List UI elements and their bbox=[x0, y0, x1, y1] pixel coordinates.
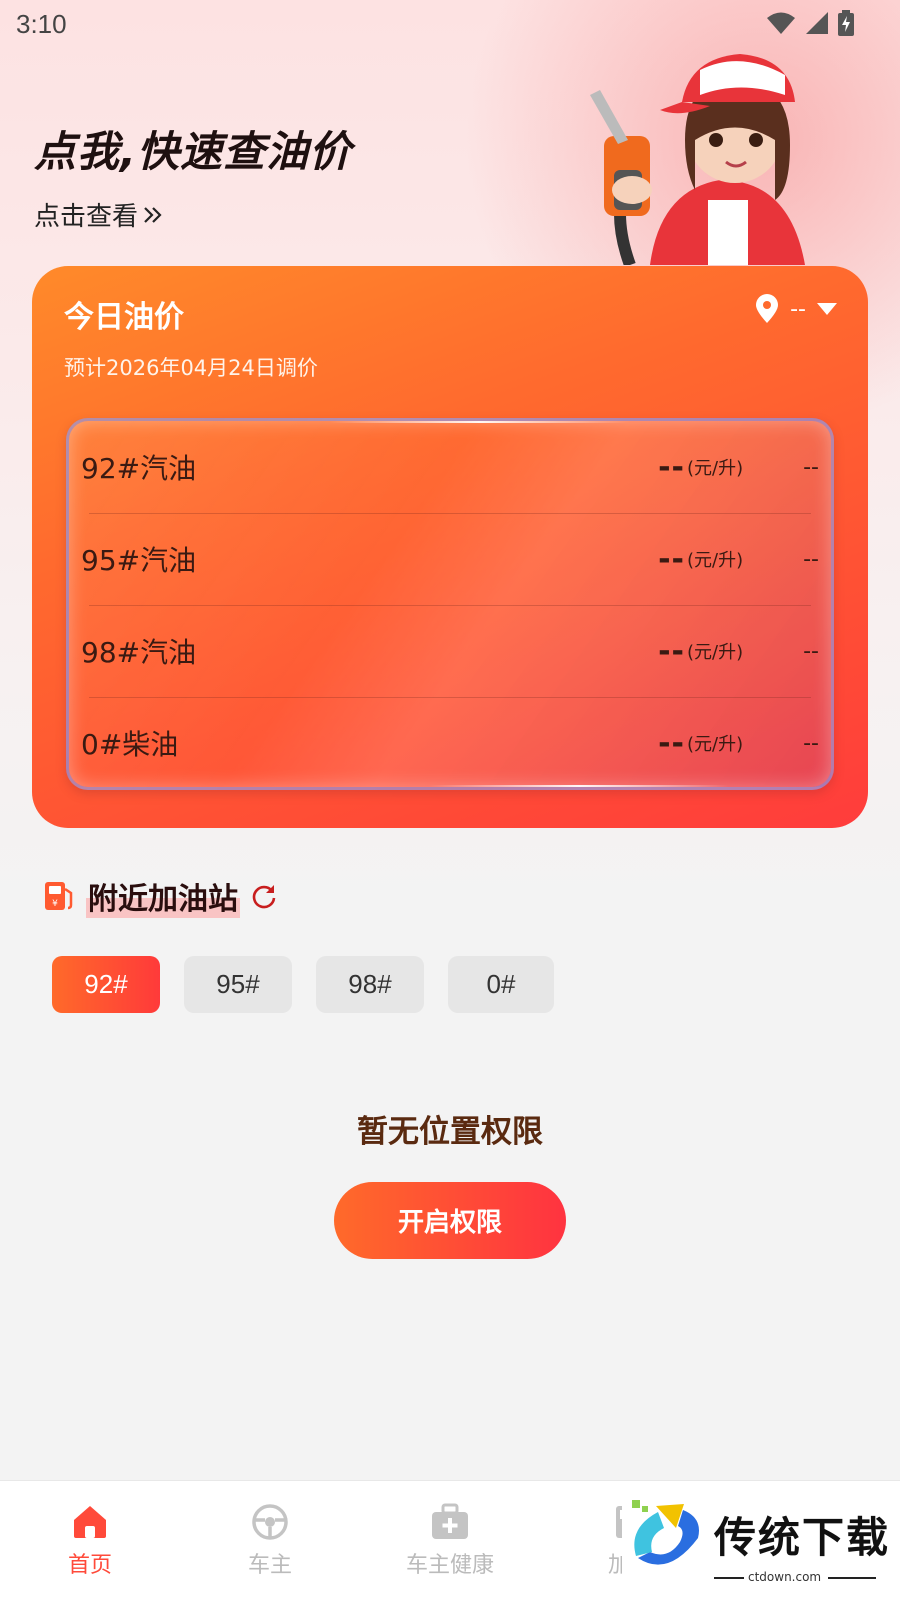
fuel-name: 95#汽油 bbox=[81, 544, 197, 577]
tab-98[interactable]: 98# bbox=[316, 956, 424, 1013]
location-selector[interactable]: -- bbox=[754, 294, 838, 324]
fuel-price: -- bbox=[658, 541, 685, 577]
price-row-0-diesel: 0#柴油 -- (元/升) -- bbox=[81, 697, 819, 787]
mascot-illustration bbox=[590, 54, 805, 265]
no-location-permission-text: 暂无位置权限 bbox=[357, 1114, 543, 1150]
hero-title[interactable]: 点我,快速查油价 bbox=[34, 118, 352, 179]
card-title: 今日油价 bbox=[64, 300, 184, 335]
fuel-type-tabs: 92# 95# 98# 0# bbox=[52, 956, 554, 1013]
fuel-name: 98#汽油 bbox=[81, 636, 197, 669]
fuel-unit: (元/升) bbox=[687, 550, 744, 571]
tab-label: 首页 bbox=[67, 1553, 112, 1578]
tab-label: 车主健康 bbox=[405, 1553, 494, 1578]
tab-92[interactable]: 92# bbox=[52, 956, 160, 1013]
watermark-overlay: 传统下载 ctdown.com bbox=[622, 1482, 900, 1600]
enable-permission-button[interactable]: 开启权限 bbox=[334, 1182, 566, 1259]
watermark-title: 传统下载 bbox=[714, 1513, 891, 1562]
nearby-stations-header: ¥ 附近加油站 bbox=[42, 874, 278, 918]
fuel-unit: (元/升) bbox=[687, 734, 744, 755]
fuel-change: -- bbox=[803, 638, 819, 664]
tab-home[interactable]: 首页 bbox=[20, 1503, 160, 1579]
fuel-name: 92#汽油 bbox=[81, 452, 197, 485]
double-chevron-right-icon bbox=[144, 206, 162, 223]
status-time: 3:10 bbox=[16, 9, 67, 39]
location-value: -- bbox=[790, 296, 806, 322]
fuel-change: -- bbox=[803, 454, 819, 480]
card-subtitle: 预计2026年04月24日调价 bbox=[64, 356, 318, 380]
hero-link-label: 点击查看 bbox=[34, 202, 139, 232]
svg-text:¥: ¥ bbox=[52, 899, 58, 909]
location-pin-icon bbox=[756, 294, 779, 323]
tab-owner[interactable]: 车主 bbox=[200, 1503, 340, 1579]
price-table: 92#汽油 -- (元/升) -- 95#汽油 -- (元/升) -- 98#汽… bbox=[66, 418, 834, 790]
watermark-logo bbox=[632, 1500, 699, 1565]
hero-view-link[interactable]: 点击查看 bbox=[34, 196, 164, 233]
wifi-icon bbox=[767, 12, 795, 34]
fuel-change: -- bbox=[803, 730, 819, 756]
signal-icon bbox=[806, 12, 828, 34]
caret-down-icon bbox=[817, 303, 837, 315]
tab-owner-health[interactable]: 车主健康 bbox=[380, 1503, 520, 1579]
fuel-price: -- bbox=[658, 725, 685, 761]
fuel-name: 0#柴油 bbox=[81, 728, 179, 761]
refresh-icon[interactable] bbox=[250, 882, 278, 910]
watermark-line-right bbox=[828, 1577, 876, 1579]
battery-icon bbox=[838, 10, 854, 36]
fuel-change: -- bbox=[803, 546, 819, 572]
price-row-98: 98#汽油 -- (元/升) -- bbox=[81, 605, 819, 697]
fuel-unit: (元/升) bbox=[687, 642, 744, 663]
status-icons bbox=[766, 10, 854, 36]
price-row-95: 95#汽油 -- (元/升) -- bbox=[81, 513, 819, 605]
today-oil-price-card: 今日油价 预计2026年04月24日调价 -- 92#汽油 -- (元/升) -… bbox=[32, 266, 868, 828]
home-icon bbox=[74, 1506, 106, 1538]
tab-95[interactable]: 95# bbox=[184, 956, 292, 1013]
tab-0[interactable]: 0# bbox=[448, 956, 554, 1013]
steering-wheel-icon bbox=[252, 1504, 288, 1540]
price-row-92: 92#汽油 -- (元/升) -- bbox=[81, 421, 819, 513]
fuel-price: -- bbox=[658, 633, 685, 669]
tab-label: 车主 bbox=[247, 1553, 292, 1578]
watermark-url: ctdown.com bbox=[748, 1570, 822, 1584]
nearby-title: 附近加油站 bbox=[86, 874, 240, 918]
medical-kit-icon bbox=[432, 1503, 468, 1539]
watermark-line-left bbox=[714, 1577, 744, 1579]
fuel-unit: (元/升) bbox=[687, 458, 744, 479]
gas-station-icon: ¥ bbox=[45, 882, 73, 910]
fuel-price: -- bbox=[658, 449, 685, 485]
